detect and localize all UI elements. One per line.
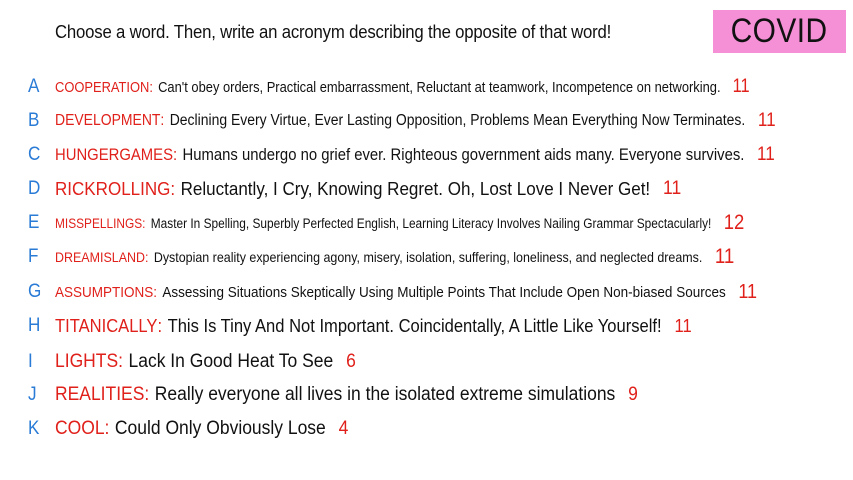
entry-row: B DEVELOPMENT: Declining Every Virtue, E… — [28, 106, 853, 136]
entry-colon: : — [160, 112, 165, 129]
entry-letter: H — [28, 315, 41, 336]
entry-word: RICKROLLING — [55, 178, 171, 199]
entry-row: I LIGHTS: Lack In Good Heat To See 6 — [28, 347, 382, 377]
entry-row: F DREAMISLAND: Dystopian reality experie… — [28, 242, 818, 272]
entry-acronym: Could Only Obviously Lose — [114, 418, 326, 439]
entry-count: 12 — [723, 211, 745, 234]
entry-acronym: Master In Spelling, Superbly Perfected E… — [150, 215, 712, 231]
entry-colon: : — [172, 145, 178, 164]
entry-word: COOPERATION — [55, 78, 150, 96]
entry-word: COOL — [55, 418, 105, 439]
entry-body: ASSUMPTIONS: Assessing Situations Skepti… — [55, 281, 757, 304]
entry-letter: G — [28, 281, 42, 302]
entry-body: HUNGERGAMES: Humans undergo no grief eve… — [55, 144, 775, 166]
entry-count: 11 — [738, 280, 758, 303]
entry-word: HUNGERGAMES — [55, 145, 173, 164]
entry-acronym: Reluctantly, I Cry, Knowing Regret. Oh, … — [180, 178, 651, 199]
entry-count: 11 — [757, 110, 776, 131]
entry-count: 4 — [338, 418, 349, 439]
entry-count: 11 — [663, 178, 682, 199]
entry-body: TITANICALLY: This Is Tiny And Not Import… — [55, 316, 692, 337]
entry-body: LIGHTS: Lack In Good Heat To See 6 — [55, 351, 356, 373]
entry-acronym: Really everyone all lives in the isolate… — [154, 384, 616, 405]
entry-colon: : — [145, 249, 149, 265]
entry-count: 11 — [732, 76, 750, 97]
entry-colon: : — [153, 283, 158, 301]
entry-acronym: This Is Tiny And Not Important. Coincide… — [167, 315, 662, 336]
entry-body: REALITIES: Really everyone all lives in … — [55, 384, 638, 406]
entry-word: REALITIES — [55, 384, 145, 405]
entry-letter: A — [28, 76, 40, 97]
entry-acronym: Can't obey orders, Practical embarrassme… — [158, 78, 721, 96]
badge-covid: COVID — [713, 10, 846, 53]
entry-letter: B — [28, 110, 40, 131]
entry-count: 9 — [628, 384, 638, 405]
entry-body: COOL: Could Only Obviously Lose 4 — [55, 418, 348, 440]
entry-row: H TITANICALLY: This Is Tiny And Not Impo… — [28, 311, 747, 341]
entry-body: MISSPELLINGS: Master In Spelling, Superb… — [55, 211, 744, 235]
entry-colon: : — [170, 178, 176, 199]
entry-colon: : — [142, 215, 146, 231]
entry-word: ASSUMPTIONS — [55, 283, 154, 301]
entry-count: 6 — [346, 351, 356, 372]
entry-acronym: Declining Every Virtue, Ever Lasting Opp… — [169, 112, 746, 129]
entry-letter: E — [28, 212, 40, 233]
entry-count: 11 — [674, 315, 692, 336]
entry-body: DEVELOPMENT: Declining Every Virtue, Eve… — [55, 110, 776, 132]
entry-colon: : — [157, 315, 163, 336]
entry-acronym: Assessing Situations Skeptically Using M… — [162, 283, 726, 301]
entry-letter: K — [28, 418, 40, 439]
entry-word: DEVELOPMENT — [55, 112, 161, 129]
entry-acronym: Dystopian reality experiencing agony, mi… — [153, 249, 703, 265]
entry-row: E MISSPELLINGS: Master In Spelling, Supe… — [28, 208, 838, 238]
entry-body: COOPERATION: Can't obey orders, Practica… — [55, 76, 750, 98]
prompt-text: Choose a word. Then, write an acronym de… — [55, 22, 612, 42]
entry-row: J REALITIES: Really everyone all lives i… — [28, 380, 689, 410]
entry-colon: : — [144, 384, 150, 405]
entry-colon: : — [118, 351, 123, 372]
entry-word: TITANICALLY — [55, 315, 158, 336]
entry-colon: : — [104, 418, 110, 439]
entry-body: DREAMISLAND: Dystopian reality experienc… — [55, 245, 734, 269]
entry-count: 11 — [714, 245, 735, 268]
entry-letter: D — [28, 178, 41, 199]
entry-word: MISSPELLINGS — [55, 215, 143, 231]
entry-row: K COOL: Could Only Obviously Lose 4 — [28, 414, 374, 444]
entry-body: RICKROLLING: Reluctantly, I Cry, Knowing… — [55, 178, 681, 200]
entry-row: G ASSUMPTIONS: Assessing Situations Skep… — [28, 277, 835, 307]
entry-acronym: Lack In Good Heat To See — [128, 351, 334, 372]
entry-letter: J — [28, 384, 37, 405]
entry-row: D RICKROLLING: Reluctantly, I Cry, Knowi… — [28, 174, 736, 204]
entry-acronym: Humans undergo no grief ever. Righteous … — [182, 145, 745, 164]
entry-letter: C — [28, 144, 41, 165]
entry-row: C HUNGERGAMES: Humans undergo no grief e… — [28, 140, 853, 170]
entry-colon: : — [149, 78, 153, 96]
badge-label: COVID — [731, 12, 828, 50]
entry-letter: F — [28, 246, 39, 267]
entry-letter: I — [28, 351, 33, 372]
entry-row: A COOPERATION: Can't obey orders, Practi… — [28, 72, 853, 102]
entry-word: LIGHTS — [55, 351, 119, 372]
entry-count: 11 — [756, 144, 775, 165]
entry-word: DREAMISLAND — [55, 249, 146, 265]
